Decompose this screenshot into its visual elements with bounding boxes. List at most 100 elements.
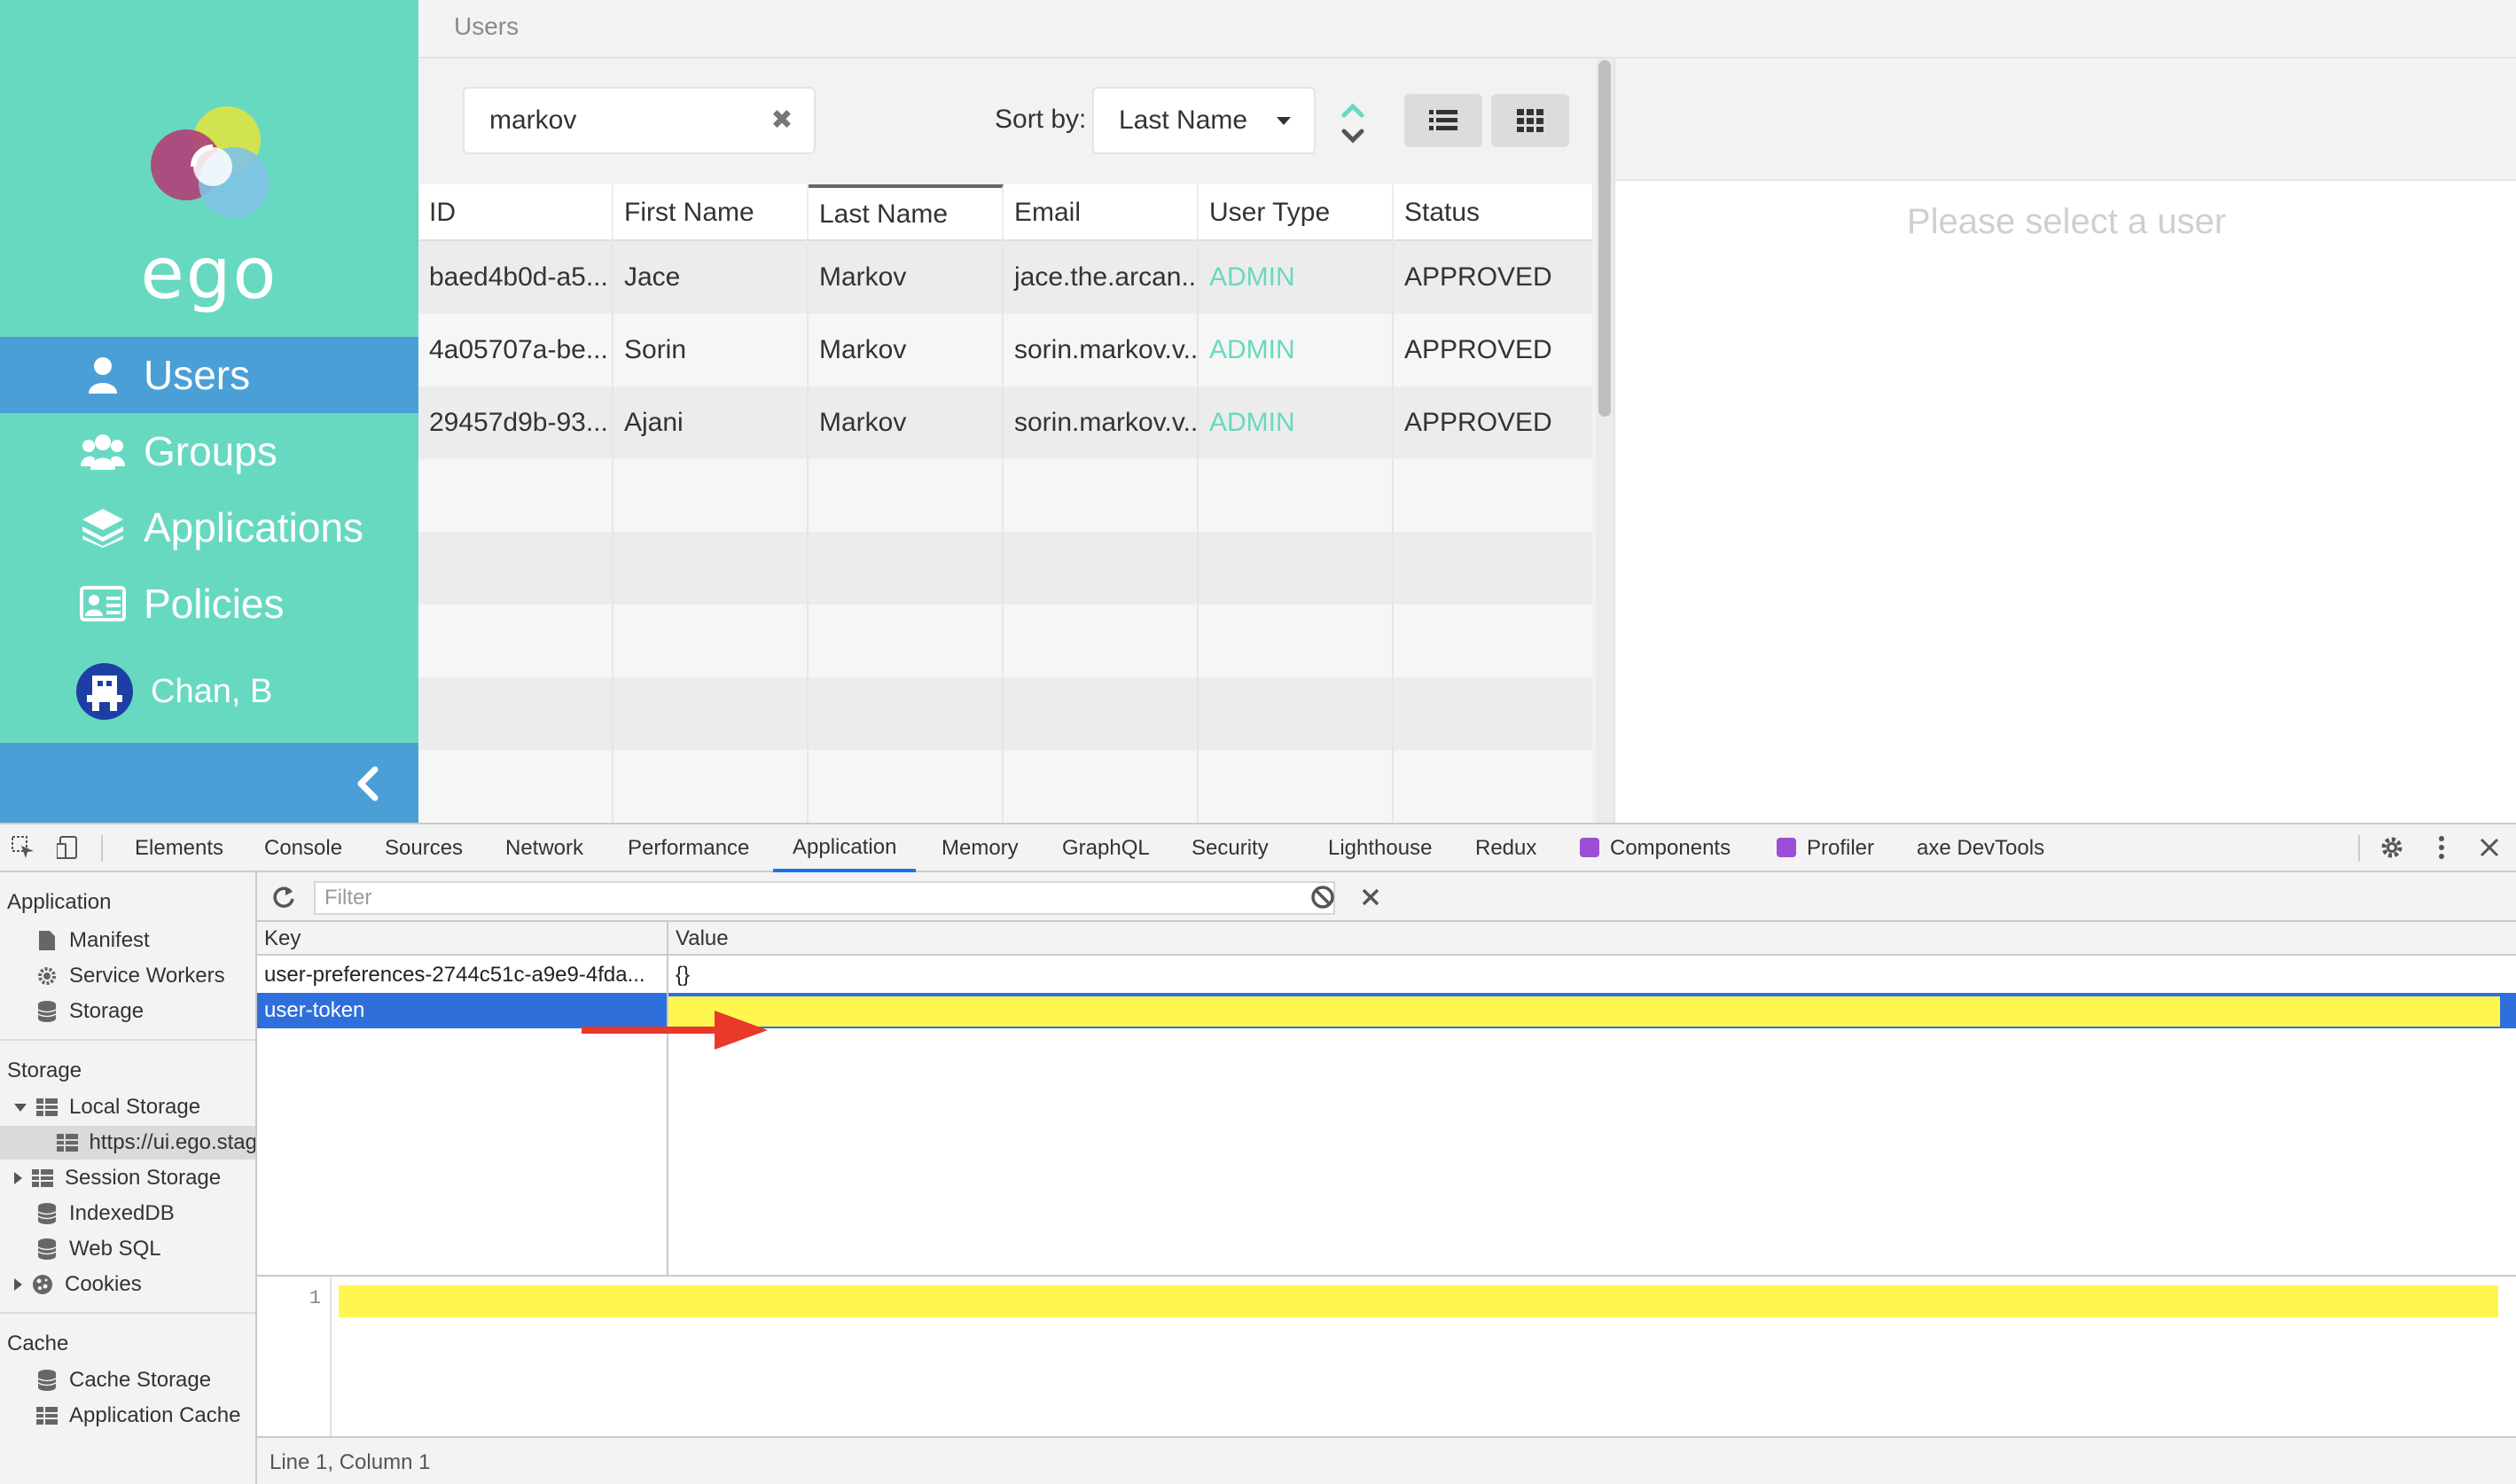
inspect-element-icon[interactable] — [9, 833, 37, 862]
list-view-button[interactable] — [1404, 94, 1482, 147]
sort-select[interactable]: Last Name — [1092, 87, 1316, 154]
tab-axe-devtools[interactable]: axe DevTools — [1917, 824, 2044, 872]
value-preview-editor[interactable]: 1 — [257, 1277, 2516, 1436]
sidebar-item-cache-storage[interactable]: Cache Storage — [0, 1363, 255, 1397]
collapse-sidebar-button[interactable] — [342, 759, 392, 808]
sidebar-item-application-cache[interactable]: Application Cache — [0, 1399, 255, 1433]
cell-id: 4a05707a-be... — [418, 314, 613, 387]
expand-caret-icon[interactable] — [14, 1103, 27, 1112]
more-options-icon[interactable] — [2427, 833, 2456, 862]
sidebar-heading-storage: Storage — [7, 1058, 82, 1082]
policy-icon — [78, 582, 128, 626]
cell-status: APPROVED — [1404, 408, 1552, 437]
nav-item-label: Policies — [144, 581, 285, 627]
line-number: 1 — [309, 1287, 321, 1309]
collapse-bar — [0, 743, 418, 823]
tab-lighthouse[interactable]: Lighthouse — [1328, 824, 1432, 872]
table-grid-icon — [57, 1131, 79, 1154]
key-value-table: Key Value user-preferences-2744c51c-a9e9… — [257, 922, 2516, 1277]
tab-elements[interactable]: Elements — [135, 824, 223, 872]
editor-line-redacted — [339, 1285, 2498, 1317]
tab-sources[interactable]: Sources — [385, 824, 463, 872]
grid-view-button[interactable] — [1491, 94, 1569, 147]
sidebar-item-storage[interactable]: Storage — [0, 995, 255, 1028]
sort-direction-icon[interactable] — [1332, 96, 1374, 152]
kv-key: user-preferences-2744c51c-a9e9-4fda... — [264, 963, 645, 987]
column-divider[interactable] — [667, 922, 668, 1277]
cookie-icon — [31, 1273, 54, 1296]
tab-components[interactable]: Components — [1580, 824, 1731, 872]
scroll-thumb[interactable] — [1598, 60, 1611, 417]
tab-performance[interactable]: Performance — [628, 824, 749, 872]
sidebar-heading-cache: Cache — [7, 1332, 69, 1355]
editor-gutter: 1 — [257, 1277, 332, 1436]
ego-logo-icon — [151, 106, 270, 218]
empty-row — [418, 677, 1592, 750]
settings-gear-icon[interactable] — [2378, 833, 2406, 862]
column-header-user-type[interactable]: User Type — [1199, 184, 1394, 241]
sidebar-item-label: https://ui.ego.stag — [89, 1130, 257, 1154]
expand-caret-icon[interactable] — [14, 1278, 22, 1291]
user-detail-panel: Please select a user — [1614, 59, 2516, 823]
tab-application[interactable]: Application — [773, 824, 917, 872]
editor-cursor — [2509, 1285, 2516, 1303]
cell-user-type: ADMIN — [1199, 314, 1394, 387]
users-table: ID First Name Last Name Email User Type … — [418, 184, 1592, 823]
nav-item-label: Applications — [144, 504, 364, 551]
expand-caret-icon[interactable] — [14, 1172, 22, 1184]
close-devtools-icon[interactable] — [2475, 833, 2504, 862]
column-header-id[interactable]: ID — [418, 184, 613, 241]
tab-graphql[interactable]: GraphQL — [1062, 824, 1150, 872]
cell-status: APPROVED — [1404, 335, 1552, 364]
kv-row[interactable]: user-preferences-2744c51c-a9e9-4fda... {… — [257, 957, 2516, 993]
search-input[interactable] — [489, 105, 773, 136]
table-grid-icon — [35, 1096, 59, 1119]
device-toolbar-icon[interactable] — [55, 833, 83, 862]
sidebar-item-service-workers[interactable]: Service Workers — [0, 959, 255, 993]
table-header: ID First Name Last Name Email User Type … — [418, 184, 1592, 241]
sidebar-item-local-storage-origin[interactable]: https://ui.ego.stag — [0, 1126, 257, 1160]
column-header-last-name[interactable]: Last Name — [809, 184, 1004, 241]
cell-status: APPROVED — [1404, 262, 1552, 292]
nav-item-applications[interactable]: Applications — [0, 489, 418, 566]
sidebar-item-indexeddb[interactable]: IndexedDB — [0, 1197, 255, 1230]
list-scrollbar[interactable] — [1596, 59, 1614, 823]
database-icon — [35, 1369, 59, 1392]
column-header-value[interactable]: Value — [668, 922, 729, 956]
clear-all-icon[interactable] — [1309, 883, 1337, 911]
tab-security[interactable]: Security — [1192, 824, 1269, 872]
current-user[interactable]: Chan, B — [76, 663, 272, 720]
delete-selected-icon[interactable] — [1356, 883, 1385, 911]
sidebar-item-session-storage[interactable]: Session Storage — [0, 1161, 255, 1195]
sidebar-item-web-sql[interactable]: Web SQL — [0, 1232, 255, 1266]
nav-item-users[interactable]: Users — [0, 337, 424, 413]
sidebar-item-cookies[interactable]: Cookies — [0, 1268, 255, 1301]
group-icon — [78, 429, 128, 473]
tab-profiler[interactable]: Profiler — [1777, 824, 1874, 872]
tab-network[interactable]: Network — [505, 824, 583, 872]
filter-input[interactable] — [314, 881, 1335, 915]
tab-console[interactable]: Console — [264, 824, 342, 872]
cell-first-name: Sorin — [613, 314, 809, 387]
column-header-first-name[interactable]: First Name — [613, 184, 809, 241]
nav-item-policies[interactable]: Policies — [0, 566, 418, 642]
sidebar-item-local-storage[interactable]: Local Storage — [0, 1090, 255, 1124]
clear-search-icon[interactable]: ✖ — [770, 107, 794, 134]
column-header-status[interactable]: Status — [1394, 184, 1592, 241]
nav-item-groups[interactable]: Groups — [0, 413, 418, 489]
empty-row — [418, 750, 1592, 823]
column-header-key[interactable]: Key — [257, 922, 301, 956]
table-row[interactable]: 29457d9b-93... Ajani Markov sorin.markov… — [418, 387, 1592, 459]
sidebar-item-label: Application Cache — [69, 1403, 241, 1427]
sort-label: Sort by: — [995, 105, 1087, 134]
table-row[interactable]: baed4b0d-a5... Jace Markov jace.the.arca… — [418, 241, 1592, 314]
annotation-arrow-icon — [582, 1011, 768, 1050]
sidebar-item-manifest[interactable]: Manifest — [0, 924, 255, 957]
table-row[interactable]: 4a05707a-be... Sorin Markov sorin.markov… — [418, 314, 1592, 387]
refresh-icon[interactable] — [270, 883, 298, 911]
cell-email: sorin.markov.v... — [1004, 387, 1199, 459]
sidebar-item-label: Cookies — [65, 1272, 142, 1296]
column-header-email[interactable]: Email — [1004, 184, 1199, 241]
tab-redux[interactable]: Redux — [1475, 824, 1536, 872]
tab-memory[interactable]: Memory — [942, 824, 1019, 872]
